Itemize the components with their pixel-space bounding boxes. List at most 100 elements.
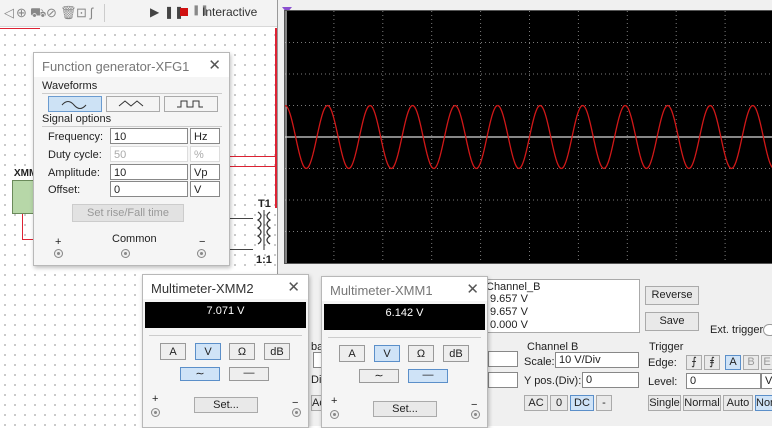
readout-value: 9.657 V (490, 306, 528, 318)
close-icon[interactable]: ✕ (466, 280, 479, 298)
ac-wave-icon: ∼ (195, 368, 205, 380)
coupling-ac-button[interactable]: AC (524, 395, 548, 411)
multimeter-reading: 7.071 V (145, 302, 306, 328)
mode-db-button[interactable]: dB (443, 345, 469, 362)
function-generator-dialog: Function generator-XFG1 ✕ Waveforms Sign… (33, 52, 230, 266)
close-icon[interactable]: ✕ (208, 56, 221, 74)
channel-a-field-partial[interactable] (488, 372, 518, 388)
cart-icon[interactable]: ⛟ (30, 5, 46, 23)
delete-icon[interactable]: 🗑 (60, 5, 77, 21)
trigger-none-button[interactable]: Non (755, 395, 772, 411)
trigger-source-b[interactable]: B (743, 355, 759, 370)
path-icon[interactable]: ʃ (90, 5, 93, 20)
readout-panel: Channel_B 9.657 V 9.657 V 0.000 V (479, 279, 640, 333)
save-button[interactable]: Save (645, 312, 699, 331)
plus-terminal[interactable] (330, 410, 339, 419)
scale-label: Scale: (524, 356, 555, 368)
minus-terminal-label: − (199, 236, 206, 248)
triangle-wave-icon (118, 100, 144, 107)
interactive-mode-label: Interactive (202, 5, 258, 19)
frequency-label: Frequency: (48, 131, 104, 143)
minus-terminal[interactable] (292, 408, 301, 417)
scope-graph (284, 11, 772, 263)
trigger-title: Trigger (649, 341, 684, 353)
square-wave-icon (177, 100, 203, 108)
ac-mode-button[interactable]: ∼ (180, 367, 220, 381)
amplitude-unit[interactable]: Vp (190, 164, 220, 180)
sine-wave-button[interactable] (48, 96, 102, 112)
wire (22, 210, 23, 240)
triangle-wave-button[interactable] (106, 96, 160, 112)
zoom-out-icon[interactable]: ◁ (4, 5, 14, 21)
ypos-field[interactable]: 0 (582, 372, 639, 388)
reverse-button[interactable]: Reverse (645, 286, 699, 305)
stop-icon[interactable] (180, 8, 188, 16)
set-rise-fall-button[interactable]: Set rise/Fall time (72, 204, 184, 222)
multimeter-xmm2-dialog: Multimeter-XMM2 ✕ 7.071 V A V Ω dB ∼ — +… (142, 274, 309, 428)
toolbar: ◁ ⊕ ⛟ ⊘ 🗑 ⊡ ʃ ▶ ❚❚ ❚❚ Interactive (0, 0, 285, 27)
close-icon[interactable]: ✕ (287, 278, 300, 296)
duty-cycle-unit[interactable]: % (190, 146, 220, 162)
minus-terminal[interactable] (197, 249, 206, 258)
multimeter-reading: 6.142 V (324, 304, 485, 330)
common-terminal[interactable] (121, 249, 130, 258)
level-label: Level: (648, 376, 678, 388)
mode-voltmeter-button[interactable]: V (195, 343, 221, 360)
play-icon[interactable]: ▶ (150, 5, 159, 19)
frequency-unit[interactable]: Hz (190, 128, 220, 144)
plus-terminal-label: + (55, 236, 62, 248)
mode-ammeter-button[interactable]: A (339, 345, 365, 362)
rotate-icon[interactable]: ⊕ (16, 5, 27, 21)
plus-terminal-label: + (152, 393, 159, 405)
mode-ohmmeter-button[interactable]: Ω (408, 345, 434, 362)
rising-edge-icon[interactable]: ⨍ (686, 355, 702, 370)
dc-mode-button[interactable]: — (408, 369, 448, 383)
readout-value: 9.657 V (490, 293, 528, 305)
wire (0, 28, 40, 29)
readout-header: Channel_B (486, 281, 541, 293)
coupling-zero-button[interactable]: 0 (550, 395, 568, 411)
plus-terminal[interactable] (151, 408, 160, 417)
dialog-title: Multimeter-XMM1 (330, 283, 433, 298)
coupling-minus-button[interactable]: - (596, 395, 612, 411)
multimeter-xmm1-dialog: Multimeter-XMM1 ✕ 6.142 V A V Ω dB ∼ — +… (321, 276, 488, 428)
falling-edge-icon[interactable]: ⨎ (704, 355, 720, 370)
scope-screen (284, 10, 772, 264)
scale-field[interactable]: 10 V/Div (555, 352, 639, 368)
offset-input[interactable]: 0 (110, 181, 188, 197)
trigger-auto-button[interactable]: Auto (723, 395, 753, 411)
transformer-icon[interactable] (252, 210, 278, 254)
amplitude-input[interactable]: 10 (110, 164, 188, 180)
trigger-source-ext[interactable]: E (761, 355, 772, 370)
set-button[interactable]: Set... (194, 397, 258, 413)
level-unit[interactable]: V (761, 373, 772, 389)
ac-wave-icon: ∼ (374, 370, 384, 382)
common-terminal-label: Common (112, 233, 157, 245)
frequency-input[interactable]: 10 (110, 128, 188, 144)
probe-icon[interactable]: ⊘ (46, 5, 57, 21)
mode-ohmmeter-button[interactable]: Ω (229, 343, 255, 360)
ruler-icon[interactable]: ⊡ (76, 5, 87, 21)
trigger-source-a[interactable]: A (725, 355, 741, 370)
ypos-label: Y pos.(Div): (524, 375, 582, 387)
ext-trigger-terminal[interactable] (763, 324, 772, 336)
minus-terminal[interactable] (471, 410, 480, 419)
set-button[interactable]: Set... (373, 401, 437, 417)
trigger-single-button[interactable]: Single (648, 395, 681, 411)
duty-cycle-input[interactable]: 50 (110, 146, 188, 162)
dc-mode-button[interactable]: — (229, 367, 269, 381)
trigger-normal-button[interactable]: Normal (683, 395, 721, 411)
ac-mode-button[interactable]: ∼ (359, 369, 399, 383)
square-wave-button[interactable] (164, 96, 218, 112)
plus-terminal[interactable] (54, 249, 63, 258)
xpos-label-partial: Di (311, 374, 322, 386)
offset-label: Offset: (48, 184, 81, 196)
offset-unit[interactable]: V (190, 181, 220, 197)
coupling-dc-button[interactable]: DC (570, 395, 594, 411)
channel-a-field-partial[interactable] (488, 351, 518, 367)
mode-ammeter-button[interactable]: A (160, 343, 186, 360)
mode-db-button[interactable]: dB (264, 343, 290, 360)
mode-voltmeter-button[interactable]: V (374, 345, 400, 362)
level-field[interactable]: 0 (686, 373, 761, 389)
dc-line-icon: — (422, 369, 434, 381)
